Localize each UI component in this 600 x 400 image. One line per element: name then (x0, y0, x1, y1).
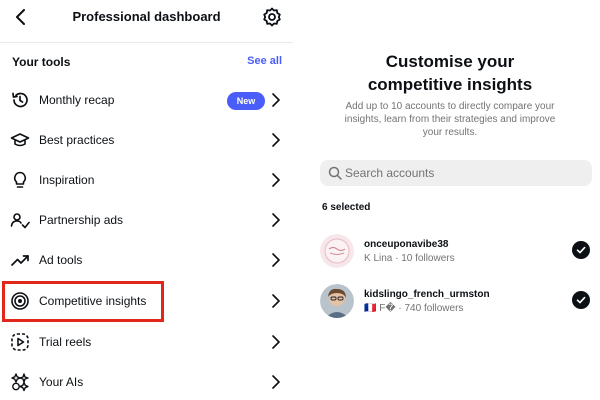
chevron-right-icon (272, 294, 280, 308)
professional-dashboard-panel: Professional dashboard Your tools See al… (0, 0, 293, 400)
graduation-cap-icon (10, 130, 30, 150)
gear-icon (263, 7, 281, 27)
chevron-right-icon (272, 253, 280, 267)
tool-item-best-practices[interactable]: Best practices (0, 120, 293, 160)
tool-item-ad-tools[interactable]: Ad tools (0, 240, 293, 280)
tool-item-your-ais[interactable]: Your AIs (0, 362, 293, 400)
tool-item-label: Monthly recap (39, 93, 115, 107)
partnership-icon (10, 210, 30, 230)
tool-item-label: Inspiration (39, 173, 95, 187)
account-meta: 🇫🇷 F� · 740 followers (364, 303, 464, 314)
top-bar: Professional dashboard (0, 0, 293, 36)
avatar (320, 284, 354, 318)
account-row[interactable]: onceuponavibe38 K Lina · 10 followers (320, 234, 590, 274)
chevron-right-icon (272, 173, 280, 187)
tool-item-label: Ad tools (39, 253, 83, 267)
reels-play-icon (10, 332, 30, 352)
account-row[interactable]: kidslingo_french_urmston 🇫🇷 F� · 740 fol… (320, 284, 590, 324)
history-icon (10, 90, 30, 110)
tool-item-label: Best practices (39, 133, 115, 147)
tool-item-trial-reels[interactable]: Trial reels (0, 322, 293, 362)
selected-checkmark[interactable] (572, 241, 590, 259)
avatar (320, 234, 354, 268)
search-input[interactable] (345, 160, 585, 186)
settings-button[interactable] (261, 6, 283, 28)
your-tools-heading: Your tools (12, 55, 71, 69)
header-divider (0, 42, 293, 43)
competitive-insights-panel: Customise your competitive insights Add … (300, 0, 600, 400)
tool-item-partnership-ads[interactable]: Partnership ads (0, 200, 293, 240)
tool-item-label: Your AIs (39, 375, 84, 389)
tool-item-monthly-recap[interactable]: Monthly recap New (0, 80, 293, 120)
tool-item-inspiration[interactable]: Inspiration (0, 160, 293, 200)
chevron-right-icon (272, 213, 280, 227)
chevron-right-icon (272, 133, 280, 147)
insights-subtitle: Add up to 10 accounts to directly compar… (344, 101, 556, 138)
insights-title-line-2: competitive insights (367, 75, 533, 94)
insights-title-line-1: Customise your (385, 52, 515, 71)
trending-up-icon (10, 250, 30, 270)
tool-item-label: Partnership ads (39, 213, 124, 227)
highlight-box (2, 281, 164, 322)
chevron-right-icon (272, 375, 280, 389)
lightbulb-icon (10, 170, 30, 190)
selected-count: 6 selected (322, 202, 371, 213)
account-username: onceuponavibe38 (364, 239, 449, 250)
account-username: kidslingo_french_urmston (364, 289, 490, 300)
check-icon (576, 246, 586, 254)
see-all-link[interactable]: See all (247, 55, 282, 67)
account-meta: K Lina · 10 followers (364, 253, 455, 264)
insights-title: Customise your competitive insights (300, 50, 600, 96)
ai-sparkle-icon (10, 372, 30, 392)
tool-item-label: Trial reels (39, 335, 92, 349)
page-title: Professional dashboard (72, 9, 221, 24)
search-bar[interactable] (320, 160, 592, 186)
chevron-right-icon (272, 335, 280, 349)
selected-checkmark[interactable] (572, 291, 590, 309)
check-icon (576, 296, 586, 304)
chevron-right-icon (272, 93, 280, 107)
new-badge: New (227, 92, 265, 110)
search-icon (328, 166, 342, 180)
